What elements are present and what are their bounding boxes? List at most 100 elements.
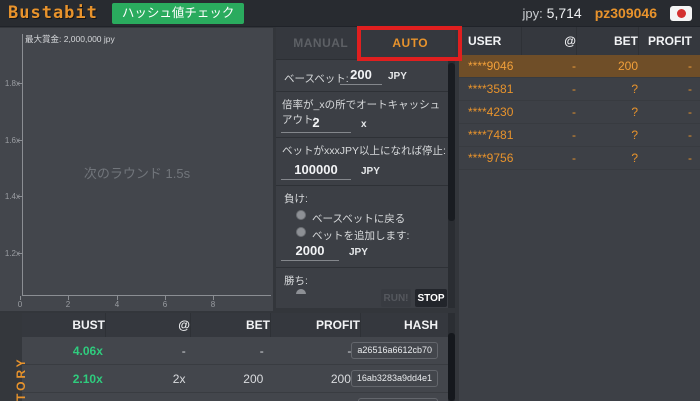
player-bet: 200: [617, 59, 638, 73]
history-table: HISTORY BUST @ BET PROFIT HASH 4.06x - -…: [0, 313, 455, 401]
player-name: ****3581: [468, 82, 514, 96]
app-logo: Bustabit: [8, 3, 98, 23]
topbar-right: jpy: 5,714 pz309046: [523, 5, 692, 21]
col-bet: BET: [190, 313, 270, 337]
cashout-at: -: [181, 343, 186, 358]
profit-value: 200: [330, 371, 351, 386]
radio-return-base-bet-label[interactable]: ベースベットに戻る: [312, 211, 405, 226]
player-name: ****9756: [468, 151, 514, 165]
run-button[interactable]: RUN!: [381, 289, 411, 307]
col-bust: BUST: [72, 318, 105, 332]
player-profit: -: [688, 128, 692, 142]
game-chart: 最大賞金: 2,000,000 jpy 1.8x 1.6x 1.4x 1.2x …: [0, 28, 273, 311]
control-panel-scrollbar-thumb[interactable]: [448, 63, 455, 221]
x-tick-label: 2: [65, 300, 71, 309]
divider: [276, 137, 448, 138]
on-loss-label: 負け:: [284, 193, 308, 205]
history-row: 1.98x: [22, 393, 448, 401]
x-axis-tick: [68, 296, 69, 300]
bet-mode-tabs: MANUAL AUTO: [276, 27, 455, 60]
player-row[interactable]: ****9046 - 200 -: [459, 55, 700, 78]
currency-label: jpy:: [522, 6, 543, 21]
x-tick-label: 0: [17, 300, 23, 309]
col-profit: PROFIT: [270, 313, 360, 337]
col-at: @: [521, 27, 576, 55]
x-tick-label: 8: [210, 300, 216, 309]
bet-value: -: [259, 343, 264, 358]
player-bet: ?: [631, 151, 638, 165]
balance: jpy: 5,714: [523, 5, 582, 21]
player-name: ****9046: [468, 59, 514, 73]
player-row[interactable]: ****7481 - ? -: [459, 124, 700, 147]
x-tick-label: 4: [114, 300, 120, 309]
player-row[interactable]: ****4230 - ? -: [459, 101, 700, 124]
hash-button[interactable]: 16ab3283a9dd4e1: [350, 370, 438, 387]
player-at: -: [572, 59, 576, 73]
x-axis-tick: [117, 296, 118, 300]
base-bet-label: ベースベット:: [284, 73, 349, 85]
stop-condition-label: ベットがxxxJPY以上になれば停止:: [282, 145, 446, 157]
history-table-header: BUST @ BET PROFIT HASH: [22, 313, 448, 337]
player-at: -: [572, 128, 576, 142]
history-row: 4.06x - - - a26516a6612cb70: [22, 337, 448, 365]
base-bet-unit: JPY: [388, 71, 407, 82]
x-tick-label: 6: [162, 300, 168, 309]
x-axis-tick: [213, 296, 214, 300]
player-profit: -: [688, 82, 692, 96]
col-profit: PROFIT: [638, 27, 700, 55]
x-axis: [22, 295, 271, 296]
divider: [276, 267, 448, 268]
col-bet: BET: [576, 27, 638, 55]
player-profit: -: [688, 59, 692, 73]
japan-flag-icon[interactable]: [670, 5, 692, 21]
player-row[interactable]: ****9756 - ? -: [459, 147, 700, 170]
player-bet: ?: [631, 128, 638, 142]
col-hash: HASH: [360, 313, 448, 337]
profit-value: -: [347, 343, 352, 358]
top-bar: Bustabit ハッシュ値チェック jpy: 5,714 pz309046: [0, 0, 700, 27]
divider: [276, 91, 448, 92]
stop-button[interactable]: STOP: [415, 289, 447, 307]
radio-return-base-bet[interactable]: [296, 210, 306, 220]
base-bet-input[interactable]: 200: [340, 67, 382, 85]
history-row: 2.10x 2x 200 200 16ab3283a9dd4e1: [22, 365, 448, 393]
col-user: USER: [468, 34, 502, 48]
player-at: -: [572, 82, 576, 96]
y-axis-tick: [17, 140, 22, 141]
radio-on-win-partial[interactable]: [296, 289, 306, 294]
history-scrollbar-thumb[interactable]: [448, 333, 455, 401]
y-axis-tick: [17, 83, 22, 84]
player-at: -: [572, 105, 576, 119]
player-bet: ?: [631, 82, 638, 96]
next-round-countdown: 次のラウンド 1.5s: [83, 166, 191, 181]
hash-check-button[interactable]: ハッシュ値チェック: [111, 2, 245, 24]
player-row[interactable]: ****3581 - ? -: [459, 78, 700, 101]
max-prize-label: 最大賞金: 2,000,000 jpy: [25, 34, 115, 44]
increase-bet-input[interactable]: 2000: [281, 243, 339, 261]
col-at: @: [105, 313, 190, 337]
y-axis-tick: [17, 253, 22, 254]
stop-condition-unit: JPY: [361, 166, 380, 177]
increase-bet-unit: JPY: [349, 247, 368, 258]
player-name: ****7481: [468, 128, 514, 142]
radio-increase-bet[interactable]: [296, 227, 306, 237]
username[interactable]: pz309046: [595, 5, 657, 21]
bust-value: 2.10x: [72, 371, 103, 386]
x-axis-tick: [165, 296, 166, 300]
history-tab[interactable]: HISTORY: [0, 313, 28, 401]
balance-value: 5,714: [546, 5, 582, 21]
tab-auto[interactable]: AUTO: [366, 27, 456, 59]
radio-increase-bet-label[interactable]: ベットを追加します:: [312, 228, 409, 243]
tab-manual[interactable]: MANUAL: [276, 27, 366, 59]
auto-cashout-input[interactable]: 2: [281, 115, 351, 133]
player-profit: -: [688, 105, 692, 119]
player-bet: ?: [631, 105, 638, 119]
stop-condition-input[interactable]: 100000: [281, 162, 351, 180]
hash-button[interactable]: a26516a6612cb70: [351, 342, 438, 359]
players-table-header: USER @ BET PROFIT: [459, 27, 700, 55]
bet-control-panel: MANUAL AUTO ベースベット: 200 JPY 倍率が_xの所でオートキ…: [276, 27, 455, 308]
players-table: USER @ BET PROFIT ****9046 - 200 - ****3…: [459, 27, 700, 401]
bet-value: 200: [243, 371, 264, 386]
auto-cashout-unit: x: [361, 119, 367, 130]
x-axis-tick: [20, 296, 21, 300]
